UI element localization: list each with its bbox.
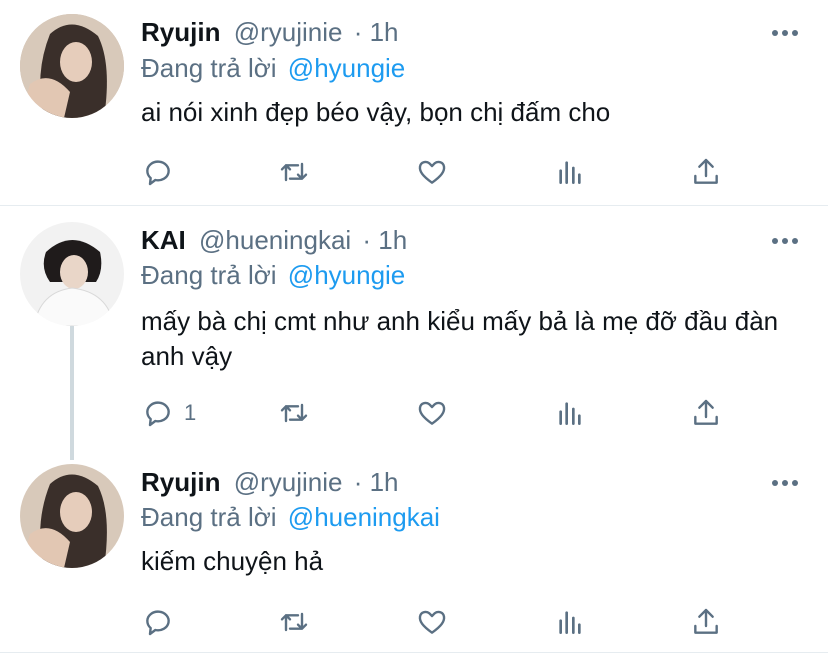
user-handle[interactable]: @hueningkai — [199, 225, 351, 255]
share-button[interactable] — [690, 606, 722, 638]
reply-context: Đang trả lời @hueningkai — [141, 502, 440, 532]
retweet-button[interactable] — [278, 606, 310, 638]
tweet-text: ai nói xinh đẹp béo vậy, bọn chị đấm cho — [141, 97, 611, 127]
like-button[interactable] — [416, 156, 448, 188]
retweet-icon — [280, 403, 308, 423]
display-name[interactable]: Ryujin — [141, 467, 220, 497]
tweet-header: Ryujin @ryujinie · 1h — [141, 17, 399, 47]
reply-button[interactable]: 1 — [142, 397, 196, 429]
user-handle[interactable]: @ryujinie — [234, 467, 343, 497]
share-button[interactable] — [690, 397, 722, 429]
retweet-icon — [280, 162, 308, 182]
analytics-button[interactable] — [554, 397, 586, 429]
more-icon[interactable] — [772, 30, 798, 38]
reply-icon — [146, 610, 170, 636]
share-icon — [694, 608, 718, 634]
reply-context: Đang trả lời @hyungie — [141, 53, 405, 83]
like-icon — [418, 160, 446, 184]
display-name[interactable]: Ryujin — [141, 17, 220, 47]
more-icon[interactable] — [772, 480, 798, 488]
tweet-text: kiếm chuyện hả — [141, 546, 324, 576]
avatar-kai[interactable] — [20, 222, 124, 326]
timestamp[interactable]: · 1h — [354, 467, 399, 497]
user-handle[interactable]: @ryujinie — [234, 17, 343, 47]
reply-mention-link[interactable]: @hyungie — [288, 260, 405, 290]
like-button[interactable] — [416, 397, 448, 429]
share-icon — [694, 399, 718, 425]
tweet-2[interactable]: KAI @hueningkai · 1h Đang trả lời @hyung… — [0, 206, 828, 456]
more-icon[interactable] — [772, 238, 798, 246]
analytics-icon — [559, 611, 581, 634]
tweet-header: Ryujin @ryujinie · 1h — [141, 467, 399, 497]
like-icon — [418, 401, 446, 425]
avatar-ryujin[interactable] — [20, 464, 124, 568]
analytics-button[interactable] — [554, 606, 586, 638]
avatar-ryujin[interactable] — [20, 14, 124, 118]
display-name[interactable]: KAI — [141, 225, 186, 255]
reply-context: Đang trả lời @hyungie — [141, 260, 405, 290]
retweet-icon — [280, 612, 308, 632]
like-icon — [418, 610, 446, 634]
retweet-button[interactable] — [278, 156, 310, 188]
analytics-button[interactable] — [554, 156, 586, 188]
reply-button[interactable] — [142, 606, 184, 638]
reply-count: 1 — [184, 400, 197, 425]
timestamp[interactable]: · 1h — [362, 225, 407, 255]
tweet-1[interactable]: Ryujin @ryujinie · 1h Đang trả lời @hyun… — [0, 0, 828, 205]
tweet-3[interactable]: Ryujin @ryujinie · 1h Đang trả lời @huen… — [0, 456, 828, 652]
reply-prefix: Đang trả lời — [141, 502, 277, 532]
share-button[interactable] — [690, 156, 722, 188]
reply-mention-link[interactable]: @hueningkai — [288, 502, 440, 532]
share-icon — [694, 158, 718, 184]
reply-icon — [146, 160, 170, 186]
timestamp[interactable]: · 1h — [354, 17, 399, 47]
reply-mention-link[interactable]: @hyungie — [288, 53, 405, 83]
reply-icon — [146, 401, 170, 427]
retweet-button[interactable] — [278, 397, 310, 429]
tweet-divider — [0, 652, 828, 653]
analytics-icon — [559, 161, 581, 184]
analytics-icon — [559, 402, 581, 425]
reply-prefix: Đang trả lời — [141, 53, 277, 83]
tweet-header: KAI @hueningkai · 1h — [141, 225, 407, 255]
like-button[interactable] — [416, 606, 448, 638]
reply-button[interactable] — [142, 156, 184, 188]
reply-prefix: Đang trả lời — [141, 260, 277, 290]
tweet-text: mấy bà chị cmt như anh kiểu mấy bả là mẹ… — [141, 306, 779, 371]
